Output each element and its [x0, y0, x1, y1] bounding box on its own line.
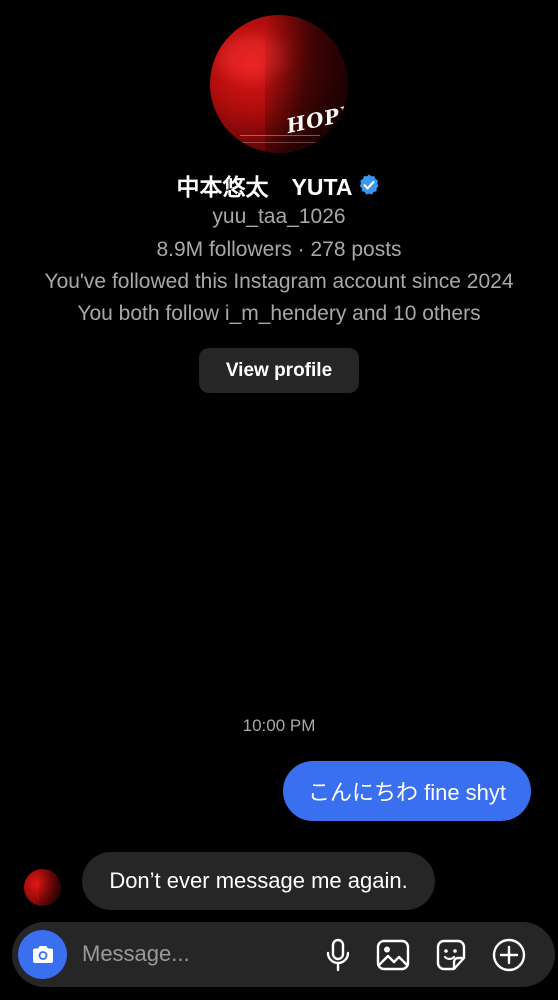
add-icon	[492, 938, 526, 972]
mutual-followers-text[interactable]: You both follow i_m_hendery and 10 other…	[0, 302, 558, 326]
profile-avatar[interactable]: HOPE	[210, 15, 348, 153]
followed-since-text: You've followed this Instagram account s…	[44, 270, 514, 293]
sticker-icon	[436, 939, 466, 971]
verified-badge-icon	[360, 174, 380, 195]
display-name-row: 中本悠太 YUTA	[0, 168, 558, 202]
view-profile-button[interactable]: View profile	[199, 348, 359, 393]
sender-avatar-shadow	[39, 869, 61, 906]
camera-button[interactable]	[18, 930, 67, 979]
add-button[interactable]	[490, 936, 528, 974]
avatar-fine-print	[240, 135, 320, 143]
gallery-icon	[376, 939, 410, 971]
sent-message-bubble[interactable]: こんにちわ fine shyt	[283, 761, 531, 821]
received-message-bubble[interactable]: Don’t ever message me again.	[82, 852, 435, 910]
username: yuu_taa_1026	[212, 205, 346, 228]
gallery-button[interactable]	[374, 936, 412, 974]
message-input[interactable]	[82, 934, 312, 974]
message-timestamp: 10:00 PM	[242, 716, 316, 735]
follower-stats: 8.9M followers · 278 posts	[156, 238, 402, 261]
sender-avatar[interactable]	[24, 869, 61, 906]
microphone-icon	[326, 938, 350, 972]
camera-icon	[32, 945, 53, 963]
display-name: 中本悠太 YUTA	[176, 174, 353, 200]
sticker-button[interactable]	[432, 936, 470, 974]
microphone-button[interactable]	[319, 936, 357, 974]
message-composer	[12, 922, 555, 987]
